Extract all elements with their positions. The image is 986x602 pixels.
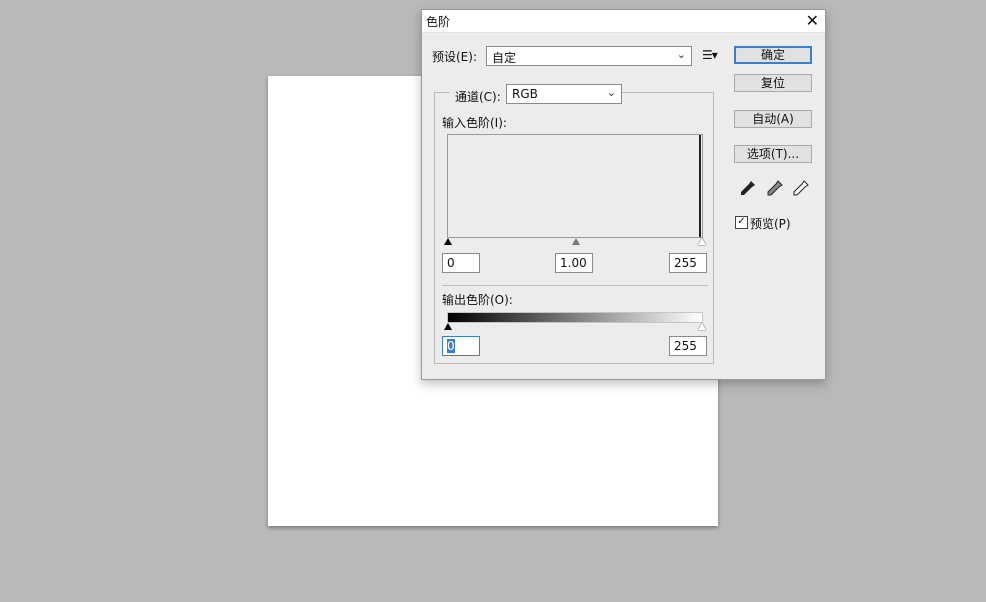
chevron-down-icon: ⌄ xyxy=(606,86,616,99)
channel-value: RGB xyxy=(512,87,538,101)
ok-button[interactable]: 确定 xyxy=(734,46,812,64)
output-black-field[interactable]: 0 xyxy=(442,336,480,356)
input-levels-label: 输入色阶(I): xyxy=(442,116,507,130)
input-mid-field[interactable]: 1.00 xyxy=(555,253,593,273)
divider xyxy=(442,285,708,286)
input-black-slider[interactable] xyxy=(444,238,452,245)
levels-dialog: 色阶 ✕ 预设(E): 自定 ⌄ ☰▾ 确定 复位 自动(A) 选项(T)...… xyxy=(421,9,826,380)
channel-label: 通道(C): xyxy=(450,88,506,105)
white-point-eyedropper-icon[interactable] xyxy=(793,180,809,196)
input-black-field[interactable]: 0 xyxy=(442,253,480,273)
preview-checkbox[interactable]: ✓ xyxy=(735,216,748,229)
preset-label: 预设(E): xyxy=(432,50,477,64)
dialog-titlebar: 色阶 ✕ xyxy=(422,10,825,33)
output-black-value: 0 xyxy=(447,339,455,353)
preview-label: 预览(P) xyxy=(750,217,791,231)
input-gray-slider[interactable] xyxy=(572,238,580,245)
output-white-field[interactable]: 255 xyxy=(669,336,707,356)
preset-options-icon[interactable]: ☰▾ xyxy=(702,48,718,62)
reset-button[interactable]: 复位 xyxy=(734,74,812,92)
output-levels-label: 输出色阶(O): xyxy=(442,293,513,307)
close-icon[interactable]: ✕ xyxy=(806,11,819,30)
black-point-eyedropper-icon[interactable] xyxy=(740,180,756,196)
histogram xyxy=(447,134,703,238)
dialog-title: 色阶 xyxy=(426,15,451,29)
input-white-slider[interactable] xyxy=(698,238,706,245)
output-black-slider[interactable] xyxy=(444,323,452,330)
input-white-field[interactable]: 255 xyxy=(669,253,707,273)
preset-value: 自定 xyxy=(492,51,517,65)
output-gradient xyxy=(447,312,703,323)
chevron-down-icon: ⌄ xyxy=(676,48,686,61)
preset-select[interactable]: 自定 ⌄ xyxy=(486,46,692,66)
channel-select[interactable]: RGB ⌄ xyxy=(506,84,622,104)
options-button[interactable]: 选项(T)... xyxy=(734,145,812,163)
auto-button[interactable]: 自动(A) xyxy=(734,110,812,128)
output-white-slider[interactable] xyxy=(698,323,706,330)
gray-point-eyedropper-icon[interactable] xyxy=(767,180,783,196)
histogram-bar xyxy=(699,135,701,237)
